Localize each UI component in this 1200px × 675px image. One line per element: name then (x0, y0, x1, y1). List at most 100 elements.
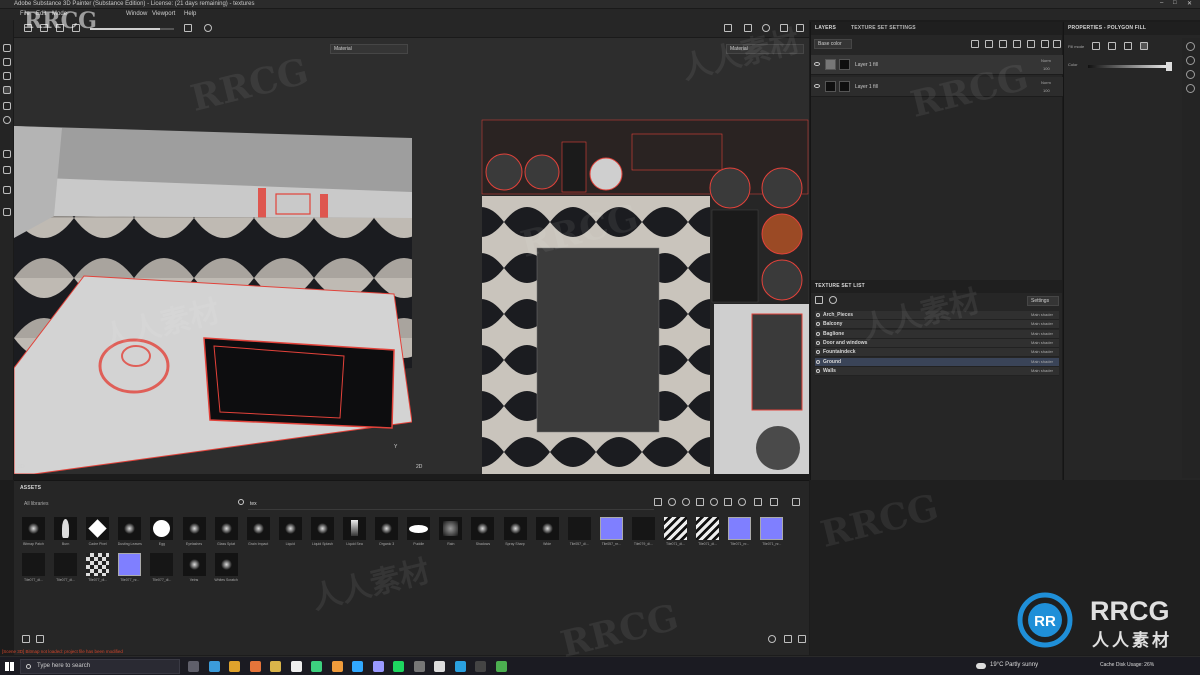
texture-set-row[interactable]: Balcony Main shader (815, 320, 1059, 330)
asset-settings-icon[interactable] (768, 635, 776, 643)
export-icon[interactable] (3, 208, 11, 216)
geometry-mask-icon[interactable] (3, 166, 11, 174)
color-slider[interactable] (1088, 65, 1170, 68)
layer-blend-mode[interactable]: Norm (1041, 58, 1051, 63)
texture-set-shader[interactable]: Main shader (1031, 331, 1053, 336)
texture-set-row[interactable]: Ground Main shader (815, 357, 1059, 367)
delete-layer-icon[interactable] (1053, 40, 1061, 48)
import-resources-icon[interactable] (22, 635, 30, 643)
alignment-icon[interactable] (72, 24, 80, 32)
menu-mode[interactable]: Mode (52, 11, 67, 17)
asset-item[interactable]: Organic 3 (373, 517, 400, 548)
menu-help[interactable]: Help (184, 11, 196, 17)
asset-item[interactable]: Tile079_di... (630, 517, 657, 548)
asset-item[interactable]: Liquid (277, 517, 304, 548)
polygon-fill-icon[interactable] (3, 86, 11, 94)
painter-icon[interactable] (311, 661, 322, 672)
split-view-icon[interactable] (780, 24, 788, 32)
edge-icon[interactable] (208, 661, 220, 672)
texture-set-shader[interactable]: Main shader (1031, 368, 1053, 373)
asset-item[interactable]: Tile057_di... (566, 517, 593, 548)
pause-render-icon[interactable] (724, 24, 732, 32)
layer-opacity[interactable]: 100 (1043, 88, 1050, 93)
asset-item[interactable]: Liquid Splash (309, 517, 336, 548)
asset-item[interactable]: Tile057_nr... (598, 517, 625, 548)
fill-quad-icon[interactable] (1108, 42, 1116, 50)
texture-set-grid-icon[interactable] (815, 296, 823, 304)
add-folder-icon[interactable] (1027, 40, 1035, 48)
terminal-icon[interactable] (475, 661, 486, 672)
windows-start-icon[interactable] (5, 662, 14, 671)
lazy-mouse-icon[interactable] (56, 24, 64, 32)
asset-item[interactable]: Egg (148, 517, 175, 548)
clear-search-icon[interactable] (654, 498, 662, 506)
filter-settings-icon[interactable] (738, 498, 746, 506)
library-selector[interactable]: All libraries (24, 501, 48, 507)
asset-item[interactable]: Grain Impact (245, 517, 272, 548)
asset-folder-icon[interactable] (784, 635, 792, 643)
texture-set-row[interactable]: Arch_Pieces Main shader (815, 311, 1059, 320)
texture-set-visibility-icon[interactable] (816, 322, 820, 327)
folder-icon[interactable] (270, 661, 281, 672)
layer-opacity[interactable]: 100 (1043, 66, 1050, 71)
texture-set-visibility-icon[interactable] (816, 359, 820, 364)
texture-set-visibility-icon[interactable] (816, 331, 820, 336)
menu-edit[interactable]: Edit (36, 11, 46, 17)
clone-icon[interactable] (3, 116, 11, 124)
symmetry-icon[interactable] (40, 24, 48, 32)
size-slider[interactable] (90, 28, 174, 30)
asset-item[interactable]: Shadows (469, 517, 496, 548)
photoshop-icon[interactable] (352, 661, 363, 672)
menu-file[interactable]: File (20, 11, 30, 17)
fill-triangle-icon[interactable] (1092, 42, 1100, 50)
display-settings-icon[interactable] (796, 24, 804, 32)
layer-blend-mode[interactable]: Norm (1041, 80, 1051, 85)
close-button[interactable]: ✕ (1187, 0, 1192, 7)
asset-item[interactable]: Dusting Leaves (116, 517, 143, 548)
filter-materials-icon[interactable] (668, 498, 676, 506)
smudge-icon[interactable] (3, 102, 11, 110)
picker-icon[interactable] (3, 150, 11, 158)
duplicate-layer-icon[interactable] (1041, 40, 1049, 48)
asset-item[interactable]: Eyelashes (181, 517, 208, 548)
filter-textures-icon[interactable] (696, 498, 704, 506)
texture-set-settings-dropdown[interactable]: Settings (1027, 296, 1059, 306)
asset-item[interactable]: Wide (534, 517, 561, 548)
texture-set-row[interactable]: Baglione Main shader (815, 329, 1059, 339)
texture-set-row[interactable]: Door and windows Main shader (815, 338, 1059, 348)
viewport-2d[interactable]: Material 2D (412, 38, 809, 474)
chrome2-icon[interactable] (495, 661, 507, 672)
chrome-icon[interactable] (229, 661, 240, 672)
premiere-icon[interactable] (372, 661, 384, 672)
asset-add-icon[interactable] (798, 635, 806, 643)
add-fill-layer-icon[interactable] (999, 40, 1007, 48)
display-shortcut-icon[interactable] (1186, 84, 1195, 93)
substance-designer-icon[interactable] (331, 661, 343, 672)
asset-item[interactable]: Whites Scratch (213, 553, 240, 584)
asset-item[interactable]: Tile077_di... (52, 553, 79, 584)
filter-tools-icon[interactable] (754, 498, 762, 506)
eraser-icon[interactable] (3, 58, 11, 66)
bake-icon[interactable] (3, 186, 11, 194)
viewport-3d[interactable]: Material 3D Y (14, 38, 412, 474)
weather-text[interactable]: 19°C Partly sunny (990, 662, 1038, 668)
screenshot-icon[interactable] (762, 24, 770, 32)
menu-window[interactable]: Window (126, 11, 147, 17)
asset-item[interactable]: Tile071_nr... (758, 517, 785, 548)
visibility-eye-icon[interactable] (814, 62, 820, 66)
asset-item[interactable]: Liquid Sea (341, 517, 368, 548)
visibility-eye-icon[interactable] (814, 84, 820, 88)
asset-item[interactable]: Tile071_nr... (726, 517, 753, 548)
channel-dropdown[interactable]: Base color (814, 39, 852, 49)
obs-icon[interactable] (413, 661, 425, 672)
asset-item[interactable]: Veins (181, 553, 208, 584)
texture-set-shader[interactable]: Main shader (1031, 340, 1053, 345)
asset-item[interactable]: Puddle (405, 517, 432, 548)
texture-set-row[interactable]: Fountaindeck Main shader (815, 348, 1059, 358)
task-view-icon[interactable] (188, 661, 199, 672)
unreal-icon[interactable] (290, 661, 302, 672)
add-paint-layer-icon[interactable] (1013, 40, 1021, 48)
layer-row[interactable]: Layer 1 fill Norm 100 (811, 77, 1063, 97)
texture-set-visibility-icon[interactable] (816, 340, 820, 345)
stencil-icon[interactable] (184, 24, 192, 32)
